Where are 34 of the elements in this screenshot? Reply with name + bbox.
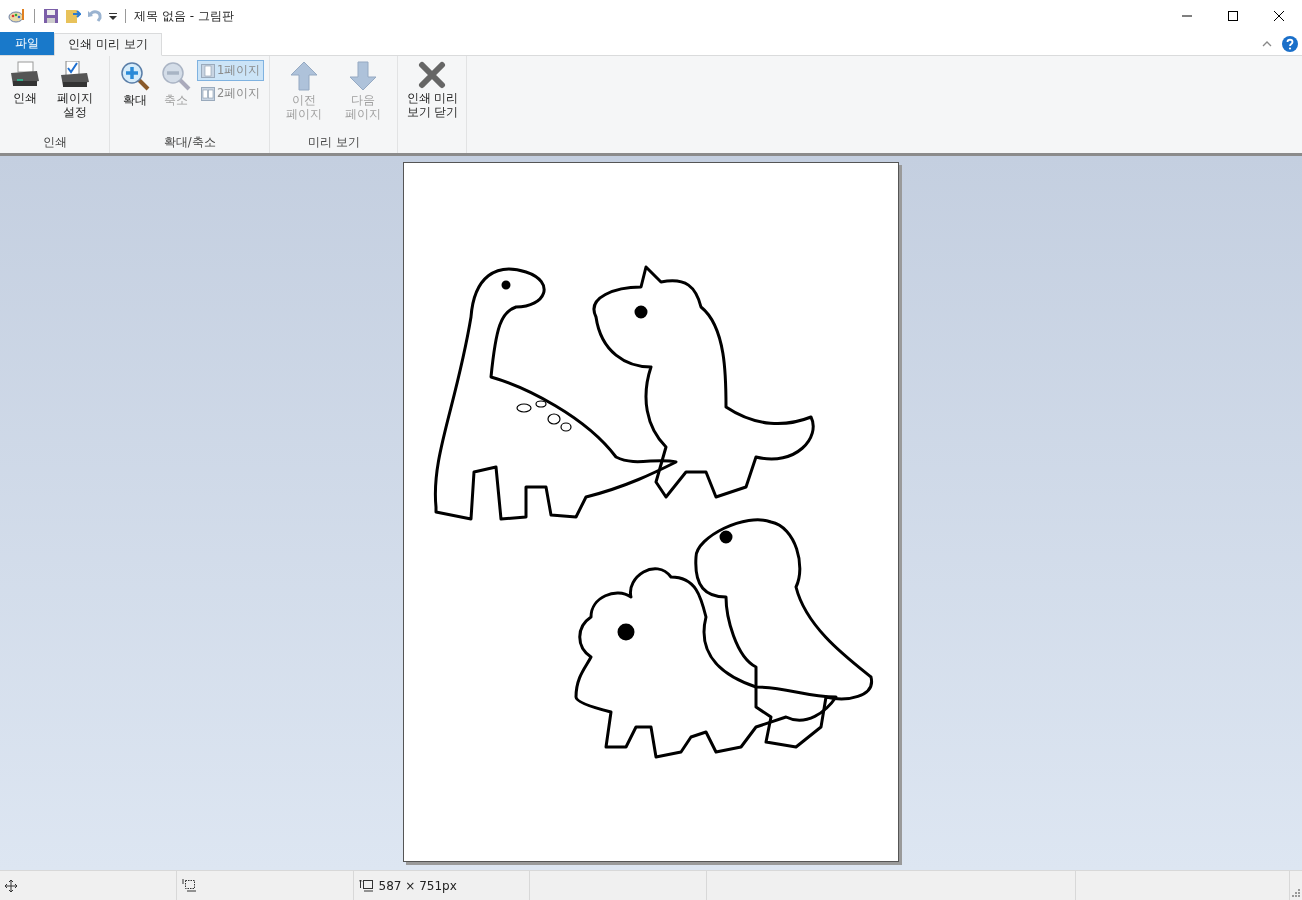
printer-icon [9,61,41,89]
group-label: 확대/축소 [162,135,217,151]
save-icon[interactable] [43,8,59,24]
canvas-size-icon [358,879,373,892]
ribbon-button[interactable]: 인쇄 [5,59,45,135]
close-icon [418,61,447,89]
printer-checklist-icon [59,61,91,89]
dropdown-caret-icon[interactable] [109,12,117,20]
window-title: 제목 없음 - 그림판 [134,7,234,25]
arrow-up-icon [290,61,319,91]
file-tab[interactable]: 파일 [0,32,54,55]
selection-size-icon [181,879,196,892]
collapse-ribbon-icon[interactable] [1262,40,1272,47]
page-view-button[interactable]: 2페이지 [197,83,265,104]
paint-palette-icon[interactable] [8,8,26,24]
group-label: 미리 보기 [307,135,361,151]
ribbon-tab[interactable]: 인쇄 미리 보기 [54,33,162,56]
ribbon-button[interactable]: 인쇄 미리 보기 닫기 [403,59,462,135]
zoom-out-icon [161,61,191,91]
folder-icon[interactable] [65,8,81,24]
zoom-in-icon [120,61,150,91]
ribbon-button[interactable]: 페이지 설정 [46,59,104,135]
single-page-icon [201,63,215,78]
ribbon-button[interactable]: 확대 [115,59,155,135]
two-page-icon [201,86,215,101]
page-view-button[interactable]: 1페이지 [197,60,265,81]
maximize-icon [1228,11,1238,21]
help-icon[interactable] [1282,35,1298,52]
close-icon [1274,11,1284,21]
image-size-text: 587 × 751px [378,878,457,893]
move-cursor-icon [5,879,17,892]
group-label: 인쇄 [41,135,68,151]
arrow-down-icon [349,61,378,91]
resize-grip-icon[interactable] [1290,887,1301,897]
